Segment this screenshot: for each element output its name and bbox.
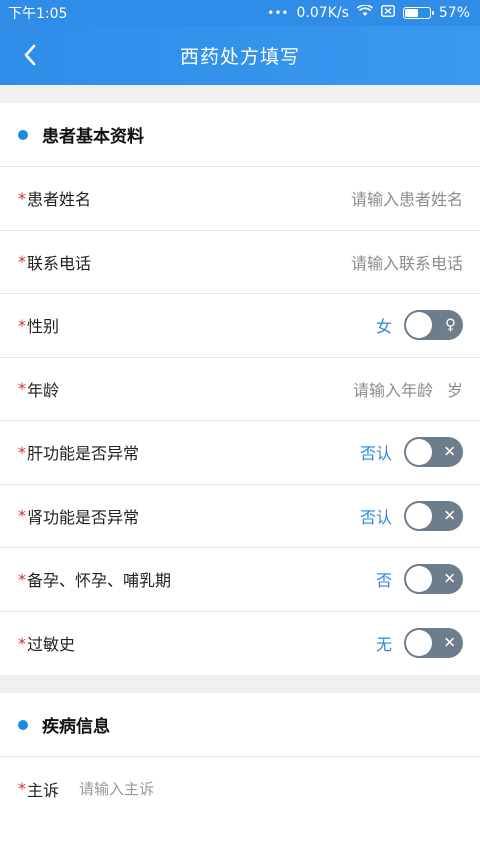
required-mark: * [18, 633, 26, 653]
age-unit: 岁 [446, 380, 463, 400]
status-indicators: ••• 0.07K/s 57% [267, 4, 470, 21]
pregnancy-label: 备孕、怀孕、哺乳期 [27, 571, 172, 591]
required-mark: * [18, 315, 26, 335]
close-icon: ✕ [443, 633, 456, 652]
allergy-row: * 过敏史 无 ✕ [0, 611, 480, 675]
complaint-row[interactable]: * 主诉 请输入主诉 [0, 757, 480, 821]
gender-value: 女 [375, 317, 392, 337]
battery-icon [402, 7, 434, 19]
toggle-knob [406, 502, 432, 529]
pregnancy-toggle[interactable]: ✕ [404, 564, 463, 595]
phone-input[interactable]: 请输入联系电话 [351, 250, 463, 274]
allergy-value: 无 [375, 635, 392, 655]
required-mark: * [18, 188, 26, 208]
liver-function-value: 否认 [359, 444, 392, 464]
required-mark: * [18, 379, 26, 399]
liver-function-row: * 肝功能是否异常 否认 ✕ [0, 421, 480, 485]
more-dots-icon: ••• [267, 6, 289, 20]
allergy-label: 过敏史 [27, 635, 76, 655]
pregnancy-value: 否 [375, 571, 392, 591]
status-bar: 下午1:05 ••• 0.07K/s 57% [0, 0, 480, 26]
gender-toggle[interactable]: ♀ [404, 310, 463, 341]
sim-card-icon [380, 5, 395, 21]
status-time: 下午1:05 [8, 6, 68, 22]
back-arrow-icon[interactable] [10, 35, 50, 75]
gender-row: * 性别 女 ♀ [0, 294, 480, 358]
gender-label: 性别 [27, 317, 60, 337]
required-mark: * [18, 779, 26, 799]
patient-name-input[interactable]: 请输入患者姓名 [351, 186, 463, 210]
required-mark: * [18, 506, 26, 526]
close-icon: ✕ [443, 506, 456, 525]
liver-function-label: 肝功能是否异常 [27, 444, 140, 464]
disease-section-title: 疾病信息 [42, 717, 110, 737]
battery-percent: 57% [438, 5, 470, 21]
allergy-toggle[interactable]: ✕ [404, 628, 463, 659]
pregnancy-row: * 备孕、怀孕、哺乳期 否 ✕ [0, 548, 480, 612]
network-speed: 0.07K/s [296, 5, 349, 21]
complaint-label: 主诉 [27, 780, 60, 800]
patient-name-label: 患者姓名 [27, 190, 92, 210]
disease-section-header: 疾病信息 [0, 693, 480, 757]
required-mark: * [18, 442, 26, 462]
toggle-knob [406, 439, 432, 466]
complaint-input[interactable]: 请输入主诉 [79, 778, 154, 799]
liver-function-toggle[interactable]: ✕ [404, 437, 463, 468]
female-icon: ♀ [445, 315, 456, 334]
section-divider [0, 85, 480, 103]
patient-section-title: 患者基本资料 [42, 127, 144, 147]
close-icon: ✕ [443, 442, 456, 461]
close-icon: ✕ [443, 569, 456, 588]
toggle-knob [406, 630, 432, 657]
required-mark: * [18, 569, 26, 589]
page-title: 西药处方填写 [179, 46, 300, 68]
section-dot-icon [18, 129, 28, 140]
kidney-function-label: 肾功能是否异常 [27, 507, 140, 527]
section-dot-icon [18, 719, 28, 730]
kidney-function-value: 否认 [359, 507, 392, 527]
toggle-knob [406, 312, 432, 339]
patient-section-header: 患者基本资料 [0, 103, 480, 167]
phone-label: 联系电话 [27, 253, 92, 273]
wifi-icon [356, 4, 373, 21]
kidney-function-toggle[interactable]: ✕ [404, 500, 463, 531]
battery-fill [404, 9, 418, 17]
required-mark: * [18, 252, 26, 272]
nav-bar: 西药处方填写 [0, 26, 480, 85]
age-label: 年龄 [27, 380, 60, 400]
age-row[interactable]: * 年龄 请输入年龄 岁 [0, 357, 480, 421]
toggle-knob [406, 566, 432, 593]
age-input[interactable]: 请输入年龄 [353, 377, 433, 401]
phone-row[interactable]: * 联系电话 请输入联系电话 [0, 230, 480, 294]
section-divider [0, 675, 480, 693]
kidney-function-row: * 肾功能是否异常 否认 ✕ [0, 484, 480, 548]
patient-name-row[interactable]: * 患者姓名 请输入患者姓名 [0, 167, 480, 231]
